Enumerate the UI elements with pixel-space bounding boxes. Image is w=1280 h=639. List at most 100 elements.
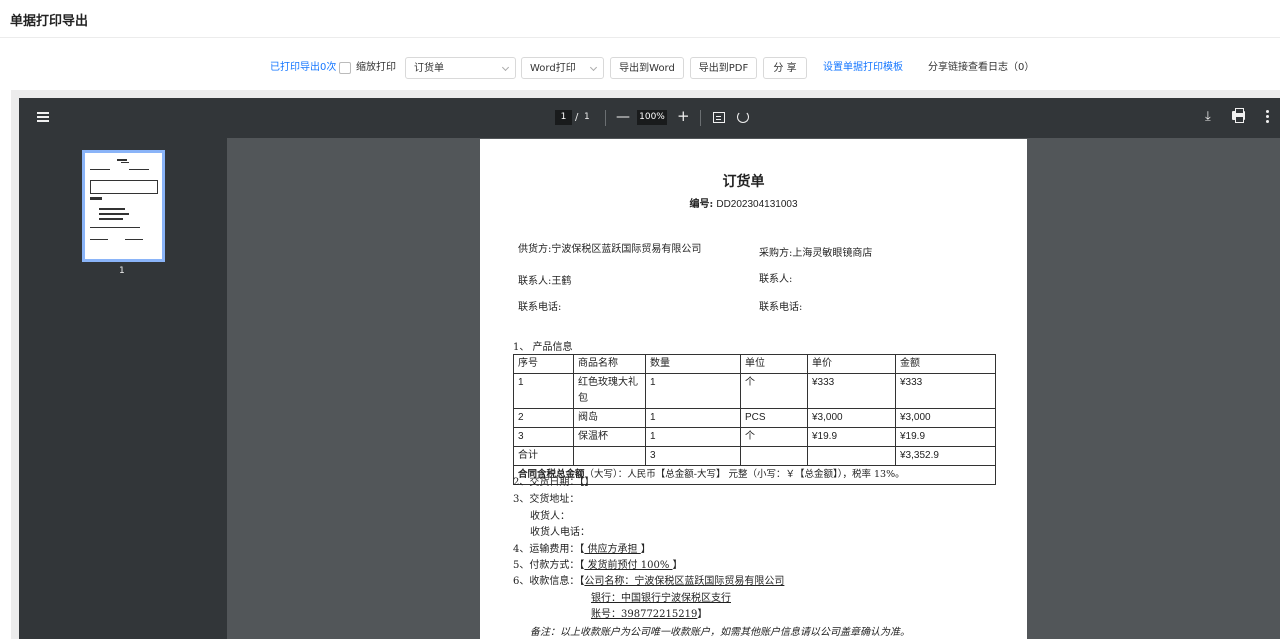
table-cell: 1: [645, 408, 741, 428]
delivery-date: 2、交货日期：【】: [513, 477, 595, 488]
supplier-name: 宁波保税区蓝跃国际贸易有限公司: [551, 244, 702, 255]
supplier-contact-line: 联系人:王鹤: [518, 272, 571, 287]
supplier-contact-label: 联系人:: [518, 276, 552, 287]
export-word-button[interactable]: 导出到Word: [610, 57, 684, 79]
document-title: 订货单: [722, 174, 765, 190]
product-table: 序号 商品名称 数量 单位 单价 金额 1 红色玫瑰大礼包 1 个 ¥333 ¥…: [513, 354, 996, 485]
page-number-input[interactable]: 1: [555, 110, 572, 125]
share-log-link[interactable]: 分享链接查看日志（0）: [928, 57, 1034, 79]
print-mode-select-value: Word打印: [530, 63, 576, 74]
table-cell: 阀岛: [573, 408, 646, 428]
table-cell: ¥333: [807, 373, 896, 409]
closing-bracket: 】: [697, 609, 708, 620]
print-count-link[interactable]: 已打印导出0次: [270, 57, 336, 79]
table-cell: 3: [645, 446, 741, 466]
template-select[interactable]: 订货单: [405, 57, 516, 79]
supplier-line: 供货方:宁波保税区蓝跃国际贸易有限公司: [518, 240, 701, 255]
table-header: 单价: [807, 354, 896, 374]
document-page: 订货单 编号: DD202304131003 供货方:宁波保税区蓝跃国际贸易有限…: [480, 139, 1027, 639]
buyer-label: 采购方:: [759, 248, 793, 259]
receiver-label: 收货人：: [530, 511, 570, 522]
toolbar-divider: [700, 110, 701, 126]
more-options-icon[interactable]: [1266, 110, 1269, 124]
print-icon[interactable]: [1232, 108, 1245, 123]
rotate-icon[interactable]: [737, 111, 749, 123]
delivery-address: 3、交货地址：: [513, 494, 580, 505]
set-template-link[interactable]: 设置单据打印模板: [823, 57, 903, 79]
supplier-contact-name: 王鹤: [551, 276, 572, 287]
table-header: 单位: [740, 354, 808, 374]
supplier-label: 供货方:: [518, 244, 552, 255]
account-number: 账号：398772215219: [591, 609, 698, 620]
closing-bracket: 】: [640, 544, 651, 555]
table-cell: 个: [740, 373, 808, 409]
menu-icon[interactable]: [37, 112, 49, 122]
freight-value: 供应方承担: [584, 544, 641, 555]
table-cell: [573, 446, 646, 466]
table-row: 2 阀岛 1 PCS ¥3,000 ¥3,000: [513, 408, 996, 428]
section-product-info: 1、 产品信息: [513, 342, 573, 353]
zoom-in-button[interactable]: +: [677, 107, 690, 125]
share-button[interactable]: 分 享: [763, 57, 807, 79]
table-cell: [740, 446, 808, 466]
table-cell: ¥3,000: [807, 408, 896, 428]
table-cell: ¥3,000: [895, 408, 996, 428]
template-select-value: 订货单: [414, 63, 444, 74]
collection-line: 6、收款信息：【公司名称：宁波保税区蓝跃国际贸易有限公司: [513, 572, 784, 587]
download-icon[interactable]: ⤓: [1205, 109, 1211, 124]
document-number: 编号: DD202304131003: [480, 195, 1007, 210]
payment-line: 5、付款方式：【 发货前预付 100% 】: [513, 556, 683, 571]
payment-label: 5、付款方式：【: [513, 560, 585, 571]
collection-label: 6、收款信息：【: [513, 576, 585, 587]
supplier-phone-label: 联系电话:: [518, 302, 562, 313]
pdf-viewer: 1 / 1 — 100% + ⤓ 1 订货单 编号: DD20230413100…: [19, 98, 1280, 639]
chevron-down-icon: [589, 63, 598, 72]
table-cell: ¥19.9: [895, 427, 996, 447]
table-cell: ¥3,352.9: [895, 446, 996, 466]
table-row: 3 保温杯 1 个 ¥19.9 ¥19.9: [513, 427, 996, 447]
buyer-contact-label: 联系人:: [759, 274, 793, 285]
account-line: 账号：398772215219】: [591, 605, 707, 620]
bank-name: 银行：中国银行宁波保税区支行: [591, 593, 731, 604]
payment-note: 备注：以上收款账户为公司唯一收款账户，如需其他账户信息请以公司盖章确认为准。: [530, 627, 910, 638]
bank-line: 银行：中国银行宁波保税区支行: [591, 589, 731, 604]
table-cell: 1: [513, 373, 574, 409]
table-cell: 红色玫瑰大礼包: [573, 373, 646, 409]
buyer-name: 上海灵敏眼镜商店: [792, 248, 873, 259]
scale-print-checkbox[interactable]: [339, 62, 351, 74]
table-header: 序号: [513, 354, 574, 374]
page-total: 1: [584, 112, 590, 122]
table-cell: 合计: [513, 446, 574, 466]
closing-bracket: 】: [672, 560, 683, 571]
page-separator: /: [575, 112, 579, 123]
payment-value: 发货前预付 100%: [584, 560, 673, 571]
page-header: 单据打印导出: [0, 0, 1280, 38]
receiver-phone-label: 收货人电话：: [530, 527, 590, 538]
table-header-row: 序号 商品名称 数量 单位 单价 金额: [513, 354, 996, 374]
print-mode-select[interactable]: Word打印: [521, 57, 604, 79]
contract-total-text: （大写）：人民币【总金额-大写】 元整（小写：￥【总金额】），税率 13%。: [584, 469, 905, 480]
table-cell: 1: [645, 427, 741, 447]
table-cell: 个: [740, 427, 808, 447]
freight-label: 4、运输费用：【: [513, 544, 585, 555]
table-header: 金额: [895, 354, 996, 374]
table-total-row: 合计 3 ¥3,352.9: [513, 446, 996, 466]
scale-print-label[interactable]: 缩放打印: [356, 57, 396, 79]
thumbnail-page-number: 1: [119, 266, 125, 276]
zoom-out-button[interactable]: —: [616, 108, 630, 126]
page-thumbnail[interactable]: [82, 150, 165, 262]
table-cell: ¥19.9: [807, 427, 896, 447]
table-cell: 1: [645, 373, 741, 409]
table-header: 数量: [645, 354, 741, 374]
freight-line: 4、运输费用：【 供应方承担 】: [513, 540, 651, 555]
pdf-toolbar: 1 / 1 — 100% + ⤓: [19, 98, 1280, 138]
fit-page-icon[interactable]: [713, 112, 725, 123]
zoom-input[interactable]: 100%: [637, 110, 667, 125]
export-pdf-button[interactable]: 导出到PDF: [690, 57, 757, 79]
table-row: 1 红色玫瑰大礼包 1 个 ¥333 ¥333: [513, 373, 996, 409]
print-toolbar: 已打印导出0次 缩放打印 订货单 Word打印 导出到Word 导出到PDF 分…: [0, 57, 1280, 81]
toolbar-divider: [605, 110, 606, 126]
page-title: 单据打印导出: [10, 14, 89, 29]
buyer-line: 采购方:上海灵敏眼镜商店: [759, 244, 872, 259]
table-cell: 保温杯: [573, 427, 646, 447]
